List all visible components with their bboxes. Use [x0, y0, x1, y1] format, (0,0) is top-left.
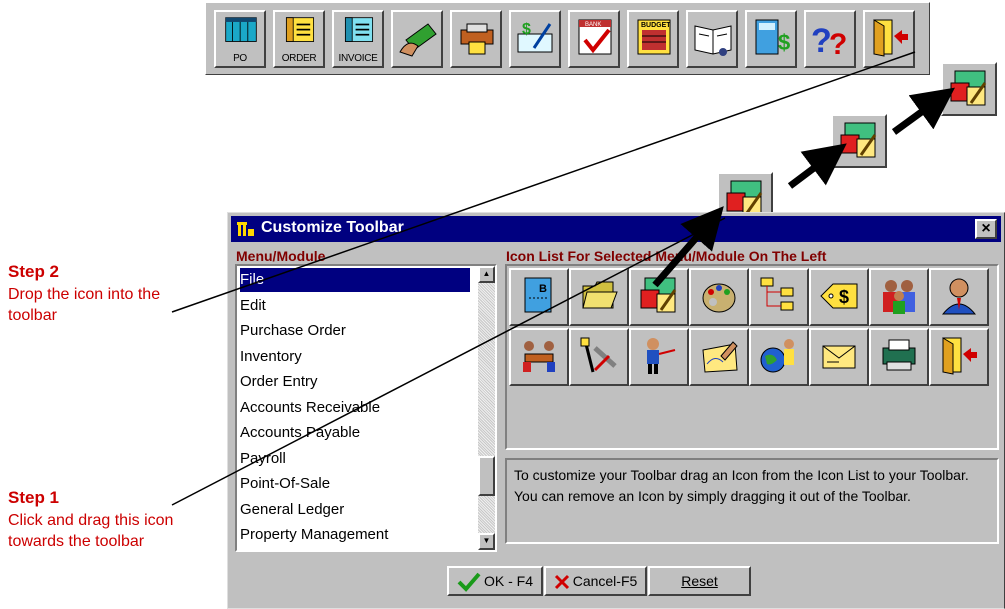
svg-text:?: ? — [829, 28, 847, 60]
reset-button[interactable]: Reset — [648, 566, 751, 596]
cancel-button[interactable]: Cancel-F5 — [544, 566, 647, 596]
toolbar-button-calculator[interactable]: $ — [745, 10, 797, 68]
svg-text:$: $ — [778, 30, 790, 55]
palette-button-price-tag[interactable]: $ — [809, 268, 869, 326]
palette-button-palette[interactable] — [689, 268, 749, 326]
app-logo-icon — [237, 222, 254, 236]
toolbar-button-check[interactable]: $ — [509, 10, 561, 68]
dialog-title: Customize Toolbar — [261, 219, 404, 236]
toolbar-caption: INVOICE — [338, 53, 378, 64]
palette-button-org-chart[interactable] — [749, 268, 809, 326]
module-listbox[interactable]: Property Management General Ledger Point-O… — [235, 264, 497, 552]
icon-list-panel: B $ — [505, 264, 999, 450]
palette-button-exit-door[interactable] — [929, 328, 989, 386]
drag-arrow-2 — [787, 143, 847, 189]
palette-button-document-b[interactable]: B — [509, 268, 569, 326]
scroll-down-arrow-icon[interactable]: ▼ — [478, 533, 495, 550]
palette-button-person[interactable] — [929, 268, 989, 326]
step2-title: Step 2 — [8, 262, 60, 281]
svg-text:BANK: BANK — [585, 22, 601, 28]
menu-module-heading: Menu/Module — [236, 248, 326, 264]
scroll-thumb[interactable] — [478, 456, 495, 496]
toolbar-button-exit-door[interactable] — [863, 10, 915, 68]
module-list-item[interactable]: Accounts Receivable — [240, 396, 380, 420]
toolbar-caption: PO — [233, 53, 247, 64]
module-list-item[interactable]: Inventory — [240, 345, 302, 369]
ok-label: OK - F4 — [483, 573, 533, 589]
svg-text:$: $ — [839, 287, 849, 307]
svg-text:BUDGET: BUDGET — [641, 22, 671, 29]
customize-toolbar-dialog: Customize Toolbar × Menu/Module Icon Lis… — [227, 212, 1005, 609]
module-list-item[interactable]: General Ledger — [240, 498, 344, 522]
drag-ghost-edit-form-icon — [941, 62, 997, 116]
step1-description: Click and drag this icon towards the too… — [8, 512, 174, 550]
toolbar-button-help[interactable]: ?? — [804, 10, 856, 68]
icon-list-heading: Icon List For Selected Menu/Module On Th… — [506, 248, 827, 264]
module-list-item[interactable]: File — [239, 267, 471, 293]
palette-button-mail[interactable] — [809, 328, 869, 386]
toolbar-button-invoice[interactable]: INVOICE — [332, 10, 384, 68]
palette-button-printer[interactable] — [869, 328, 929, 386]
module-list-item[interactable]: Purchase Order — [240, 319, 346, 343]
module-list-item[interactable]: Order Entry — [240, 370, 318, 394]
module-list-item[interactable]: Accounts Payable — [240, 421, 360, 445]
list-scrollbar[interactable]: ▲ ▼ — [478, 266, 495, 550]
cancel-label: Cancel-F5 — [572, 573, 638, 589]
drag-ghost-edit-form-icon — [831, 114, 887, 168]
palette-button-presenter[interactable] — [629, 328, 689, 386]
dialog-titlebar[interactable]: Customize Toolbar × — [231, 216, 1001, 242]
toolbar-button-budget[interactable]: BUDGET — [627, 10, 679, 68]
module-list-item[interactable]: Edit — [240, 294, 266, 318]
svg-text:B: B — [539, 283, 547, 295]
checkmark-icon — [457, 572, 481, 593]
palette-button-tools[interactable] — [569, 328, 629, 386]
help-text: To customize your Toolbar drag an Icon f… — [505, 458, 999, 544]
step1-title: Step 1 — [8, 488, 60, 507]
palette-button-world[interactable] — [749, 328, 809, 386]
toolbar-caption: ORDER — [281, 53, 317, 64]
palette-button-folder-open[interactable] — [569, 268, 629, 326]
x-mark-icon — [554, 575, 569, 590]
close-button[interactable]: × — [975, 219, 997, 239]
toolbar-button-book[interactable] — [686, 10, 738, 68]
palette-button-signing[interactable] — [689, 328, 749, 386]
ok-button[interactable]: OK - F4 — [447, 566, 543, 596]
step2-description: Drop the icon into the toolbar — [8, 286, 161, 324]
main-toolbar: PO ORDER INVOICE $ BANK BUDGET $?? — [205, 2, 930, 75]
toolbar-button-money-hand[interactable] — [391, 10, 443, 68]
toolbar-button-bank[interactable]: BANK — [568, 10, 620, 68]
toolbar-button-order[interactable]: ORDER — [273, 10, 325, 68]
palette-button-edit-form[interactable] — [629, 268, 689, 326]
scroll-up-arrow-icon[interactable]: ▲ — [478, 266, 495, 283]
palette-button-people-group[interactable] — [869, 268, 929, 326]
toolbar-button-register[interactable] — [450, 10, 502, 68]
module-list-item[interactable]: Payroll — [240, 447, 286, 471]
svg-text:$: $ — [522, 21, 531, 38]
drag-arrow-3 — [891, 87, 955, 135]
palette-button-meeting[interactable] — [509, 328, 569, 386]
toolbar-button-po[interactable]: PO — [214, 10, 266, 68]
module-list-item[interactable]: Property Management — [240, 523, 388, 547]
module-list-item[interactable]: Point-Of-Sale — [240, 472, 330, 496]
